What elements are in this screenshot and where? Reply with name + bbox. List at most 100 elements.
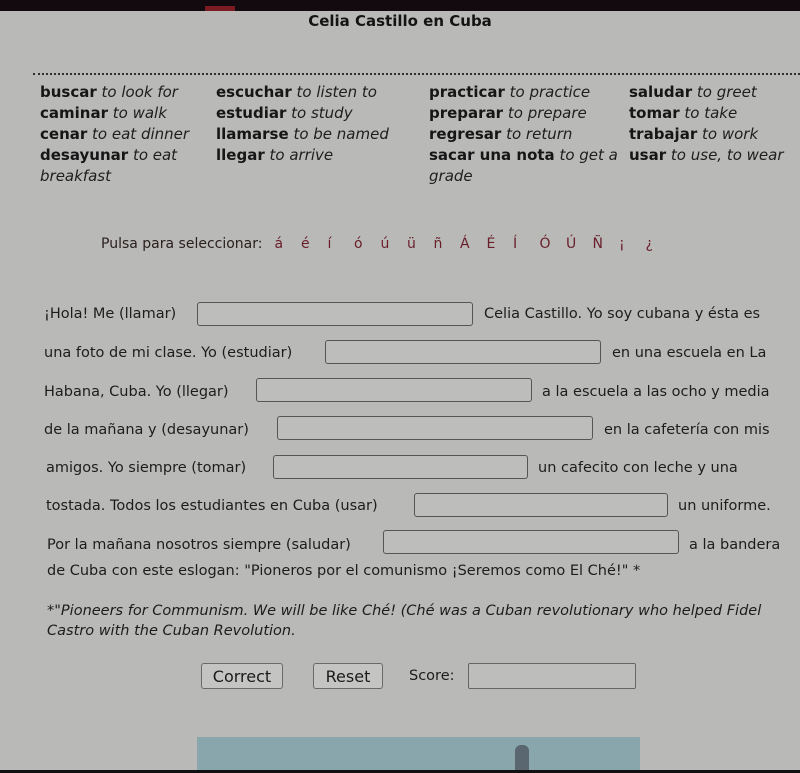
vocab-meaning: to eat dinner — [92, 125, 190, 143]
passage-line-6-post: un uniforme. — [678, 498, 771, 514]
passage-line-7-pre: Por la mañana nosotros siempre (saludar) — [47, 537, 351, 553]
passage-line-4-post: en la cafetería con mis — [604, 422, 770, 438]
reset-button[interactable]: Reset — [313, 663, 383, 689]
vocab-column-4: saludar to greet tomar to take trabajar to… — [629, 82, 800, 166]
vocab-meaning: to return — [506, 125, 573, 143]
vocab-word: trabajar — [629, 125, 698, 143]
vocab-item: desayunar to eat breakfast — [40, 145, 210, 187]
vocab-item: tomar to take — [629, 103, 800, 124]
vocab-meaning: to listen to — [296, 83, 377, 101]
accent-char-button[interactable]: Ó — [539, 236, 566, 252]
vocab-meaning: to arrive — [269, 146, 334, 164]
accent-char-button[interactable]: Ñ — [592, 236, 619, 252]
accent-char-button[interactable]: ¿ — [645, 236, 672, 252]
passage-line-7-post: a la bandera — [689, 537, 781, 553]
vocab-word: llamarse — [216, 125, 289, 143]
vocab-word: buscar — [40, 83, 97, 101]
accent-picker-label: Pulsa para seleccionar: — [101, 236, 263, 252]
blank-estudiar-input[interactable] — [325, 340, 601, 364]
class-photo — [197, 737, 640, 773]
accent-char-button[interactable]: é — [301, 236, 328, 252]
accent-char-button[interactable]: ó — [354, 236, 381, 252]
accent-char-button[interactable]: É — [486, 236, 513, 252]
passage-line-4-pre: de la mañana y (desayunar) — [44, 422, 249, 438]
dotted-divider — [33, 73, 800, 75]
vocab-word: regresar — [429, 125, 502, 143]
passage-line-1-post: Celia Castillo. Yo soy cubana y ésta es — [484, 306, 761, 322]
vocab-column-3: practicar to practice preparar to prepare… — [429, 82, 624, 187]
browser-top-bar — [0, 0, 800, 11]
vocab-meaning: to use, to wear — [670, 146, 784, 164]
score-field — [468, 663, 636, 689]
vocab-item: sacar una nota to get a grade — [429, 145, 624, 187]
vocab-meaning: to take — [684, 104, 738, 122]
vocab-item: saludar to greet — [629, 82, 800, 103]
browser-tab[interactable] — [205, 6, 235, 11]
vocab-word: preparar — [429, 104, 504, 122]
vocab-column-2: escuchar to listen to estudiar to study ll… — [216, 82, 421, 166]
passage-line-3-pre: Habana, Cuba. Yo (llegar) — [44, 384, 229, 400]
accent-char-button[interactable]: ñ — [433, 236, 460, 252]
vocab-word: tomar — [629, 104, 680, 122]
vocab-meaning: to work — [702, 125, 759, 143]
blank-saludar-input[interactable] — [383, 530, 679, 554]
score-label: Score: — [409, 668, 455, 684]
vocab-word: escuchar — [216, 83, 292, 101]
passage-line-5-pre: amigos. Yo siempre (tomar) — [46, 460, 247, 476]
accent-char-button[interactable]: Í — [513, 236, 540, 252]
vocab-word: saludar — [629, 83, 693, 101]
vocab-meaning: to prepare — [507, 104, 587, 122]
vocab-word: estudiar — [216, 104, 287, 122]
vocab-item: usar to use, to wear — [629, 145, 800, 166]
vocab-item: preparar to prepare — [429, 103, 624, 124]
page-title: Celia Castillo en Cuba — [308, 12, 492, 30]
accent-char-button[interactable]: á — [274, 236, 301, 252]
accent-char-button[interactable]: ¡ — [619, 236, 646, 252]
blank-llegar-input[interactable] — [256, 378, 532, 402]
passage-line-2-post: en una escuela en La — [612, 345, 767, 361]
accent-picker: Pulsa para seleccionar: á é í ó ú ü ñ Á É Í Ó Ú Ñ ¡ ¿ — [101, 236, 672, 252]
vocab-word: llegar — [216, 146, 265, 164]
vocab-word: practicar — [429, 83, 505, 101]
passage-line-2-pre: una foto de mi clase. Yo (estudiar) — [44, 345, 293, 361]
passage-line-6-pre: tostada. Todos los estudiantes en Cuba (… — [46, 498, 378, 514]
accent-char-button[interactable]: í — [327, 236, 354, 252]
passage-line-3-post: a la escuela a las ocho y media — [542, 384, 770, 400]
vocab-word: sacar una nota — [429, 146, 555, 164]
footnote: *"Pioneers for Communism. We will be lik… — [47, 603, 762, 639]
blank-tomar-input[interactable] — [273, 455, 528, 479]
vocab-item: caminar to walk — [40, 103, 210, 124]
correct-button[interactable]: Correct — [201, 663, 283, 689]
vocab-item: llamarse to be named — [216, 124, 421, 145]
passage-line-8: de Cuba con este eslogan: "Pioneros por … — [47, 563, 641, 579]
vocab-item: practicar to practice — [429, 82, 624, 103]
passage-line-1-pre: ¡Hola! Me (llamar) — [44, 306, 177, 322]
vocab-column-1: buscar to look for caminar to walk cenar t… — [40, 82, 210, 187]
vocab-word: desayunar — [40, 146, 129, 164]
vocab-item: escuchar to listen to — [216, 82, 421, 103]
passage-line-5-post: un cafecito con leche y una — [538, 460, 738, 476]
vocab-item: trabajar to work — [629, 124, 800, 145]
person-figure — [515, 745, 529, 773]
accent-char-button[interactable]: Ú — [566, 236, 593, 252]
vocab-word: usar — [629, 146, 667, 164]
vocab-word: caminar — [40, 104, 108, 122]
vocab-item: llegar to arrive — [216, 145, 421, 166]
vocab-item: regresar to return — [429, 124, 624, 145]
accent-char-button[interactable]: Á — [460, 236, 487, 252]
vocab-item: buscar to look for — [40, 82, 210, 103]
vocab-word: cenar — [40, 125, 88, 143]
vocab-item: cenar to eat dinner — [40, 124, 210, 145]
vocab-meaning: to look for — [101, 83, 178, 101]
vocab-meaning: to study — [291, 104, 353, 122]
vocab-meaning: to practice — [509, 83, 591, 101]
blank-usar-input[interactable] — [414, 493, 668, 517]
accent-char-button[interactable]: ú — [380, 236, 407, 252]
blank-llamar-input[interactable] — [197, 302, 473, 326]
vocab-meaning: to walk — [112, 104, 167, 122]
blank-desayunar-input[interactable] — [277, 416, 593, 440]
vocab-item: estudiar to study — [216, 103, 421, 124]
accent-char-button[interactable]: ü — [407, 236, 434, 252]
vocab-meaning: to greet — [696, 83, 757, 101]
vocab-meaning: to be named — [293, 125, 389, 143]
